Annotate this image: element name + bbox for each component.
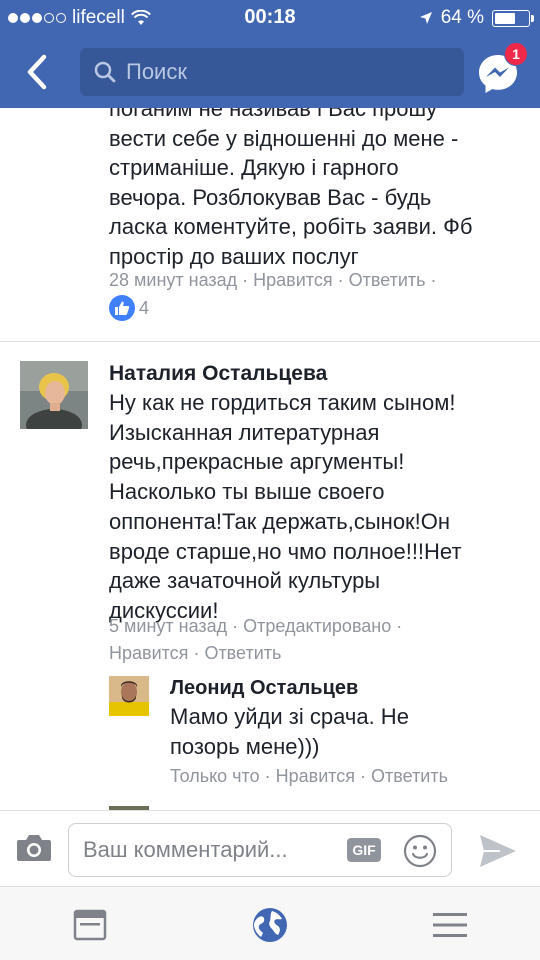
- comment-line: вечора. Розблокував Вас - будь: [109, 184, 432, 210]
- comment-author[interactable]: Наталия Остальцева: [109, 362, 327, 386]
- meta-separator: ·: [396, 616, 403, 636]
- like-link[interactable]: Нравится: [253, 270, 332, 290]
- battery-fill: [495, 12, 516, 24]
- messenger-badge: 1: [504, 42, 528, 66]
- status-right: 64 %: [419, 7, 534, 29]
- avatar-image: [20, 361, 88, 429]
- comments-feed[interactable]: поганим не називав і Вас прошу вести себ…: [0, 108, 540, 810]
- top-bar: lifecell 00:18 64 % Поиск 1: [0, 0, 540, 108]
- comment-line: простір до ваших послуг: [109, 243, 359, 269]
- divider: [0, 341, 540, 342]
- comment-line: вести себе у відношенні до мене -: [109, 125, 459, 151]
- comment-author[interactable]: Леонид Остальцев: [170, 677, 358, 700]
- gif-button[interactable]: GIF: [347, 838, 381, 862]
- comment-meta: Только что · Нравится · Ответить: [170, 766, 448, 787]
- reactions-summary[interactable]: 4: [109, 295, 149, 321]
- send-icon: [480, 835, 516, 867]
- comment-line: Мамо уйди зі срача. Не: [170, 704, 409, 729]
- avatar[interactable]: [109, 676, 149, 716]
- avatar-image: [109, 676, 149, 716]
- meta-separator: ·: [337, 270, 344, 290]
- tab-news-feed[interactable]: [70, 905, 110, 945]
- battery-percent: 64 %: [440, 7, 484, 28]
- reply-link[interactable]: Ответить: [371, 766, 448, 786]
- comment-meta: 28 минут назад · Нравится · Ответить ·: [109, 270, 442, 291]
- comment-line: даже зачаточной культуры: [109, 568, 381, 594]
- edited-label[interactable]: Отредактировано: [243, 616, 391, 636]
- meta-separator: ·: [430, 270, 437, 290]
- comment-line: оппонента!Так держать,сынок!Он: [109, 508, 451, 534]
- reactions-count: 4: [139, 297, 150, 318]
- like-link[interactable]: Нравится: [109, 643, 188, 663]
- avatar[interactable]: [20, 361, 88, 429]
- comment-line: вроде старше,но чмо полное!!!Нет: [109, 538, 462, 564]
- comment-time: 5 минут назад: [109, 616, 228, 636]
- like-reaction-icon: [109, 295, 135, 321]
- meta-separator: ·: [242, 270, 249, 290]
- comment-line: поганим не називав і Вас прошу: [109, 108, 438, 121]
- meta-separator: ·: [264, 766, 271, 786]
- comment-line: ласка коментуйте, робіть заяви. Фб: [109, 214, 473, 240]
- camera-button[interactable]: [16, 833, 52, 865]
- comment-meta: 5 минут назад · Отредактировано · Нравится · О…: [109, 613, 529, 667]
- news-feed-icon: [73, 909, 107, 941]
- comment-text: Ну как не гордиться таким сыном! Изыскан…: [109, 388, 524, 626]
- comment-line: речь,прекрасные аргументы!: [109, 449, 405, 475]
- battery-icon: [492, 9, 534, 27]
- sticker-button[interactable]: [403, 834, 437, 868]
- meta-separator: ·: [360, 766, 367, 786]
- tab-bar: [0, 886, 540, 960]
- location-arrow-icon: [419, 12, 432, 24]
- search-input[interactable]: Поиск: [80, 48, 464, 96]
- comment-text: Мамо уйди зі срача. Не позорь мене))): [170, 702, 470, 761]
- comment-placeholder: Ваш комментарий...: [83, 837, 288, 862]
- camera-icon: [17, 835, 51, 861]
- comment-input[interactable]: Ваш комментарий... GIF: [68, 823, 452, 877]
- meta-separator: ·: [193, 643, 200, 663]
- chevron-left-icon: [27, 54, 47, 90]
- send-button[interactable]: [478, 833, 518, 869]
- comment-line: стриманіше. Дякую і гарного: [109, 155, 399, 181]
- comment-line: Ну как не гордиться таким сыном!: [109, 390, 456, 415]
- tab-notifications[interactable]: [250, 905, 290, 945]
- app: lifecell 00:18 64 % Поиск 1 поганим не н…: [0, 0, 540, 960]
- like-link[interactable]: Нравится: [276, 766, 355, 786]
- reply-link[interactable]: Ответить: [204, 643, 281, 663]
- messenger-button[interactable]: 1: [476, 42, 528, 96]
- comment-composer: Ваш комментарий... GIF: [0, 810, 540, 886]
- status-bar: lifecell 00:18 64 %: [0, 0, 540, 36]
- comment-time: Только что: [170, 766, 260, 786]
- comment-time: 28 минут назад: [109, 270, 238, 290]
- comment-text: поганим не називав і Вас прошу вести себ…: [109, 108, 529, 272]
- menu-icon: [433, 913, 467, 937]
- search-icon: [94, 61, 116, 83]
- comment-line: Насколько ты выше своего: [109, 479, 385, 505]
- tab-menu[interactable]: [430, 905, 470, 945]
- globe-icon: [253, 908, 287, 942]
- comment-line: Изысканная литературная: [109, 419, 380, 445]
- meta-separator: ·: [232, 616, 239, 636]
- search-placeholder: Поиск: [126, 59, 187, 84]
- back-button[interactable]: [18, 52, 58, 92]
- reply-link[interactable]: Ответить: [349, 270, 426, 290]
- smile-icon: [403, 834, 437, 868]
- comment-line: позорь мене))): [170, 733, 320, 759]
